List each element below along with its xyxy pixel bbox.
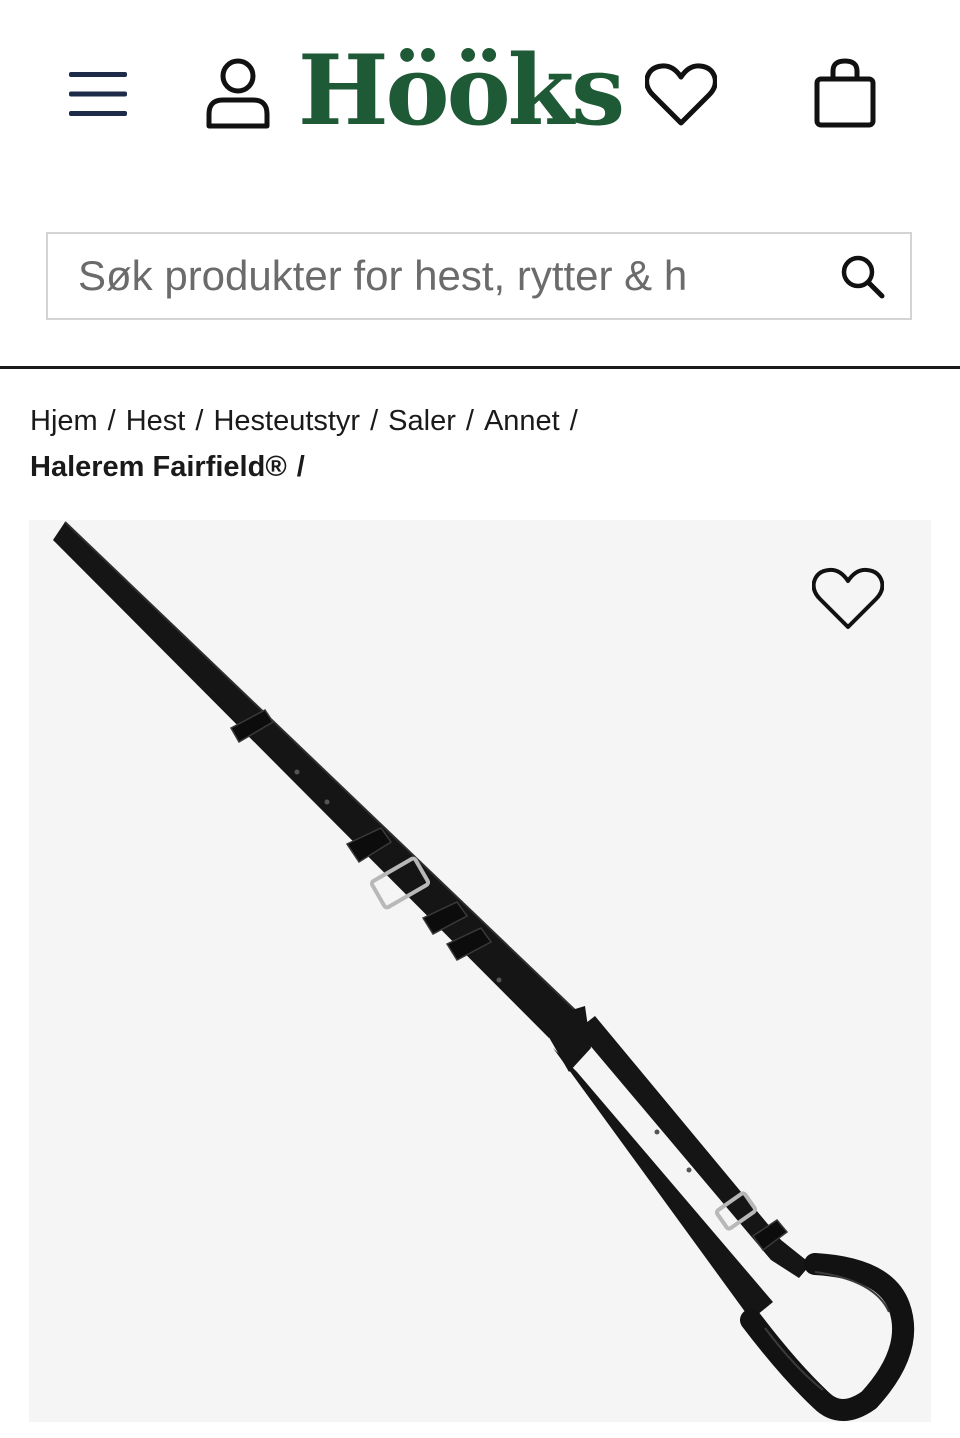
- breadcrumb-separator: /: [195, 405, 204, 437]
- breadcrumb-separator: /: [370, 405, 379, 437]
- heart-icon: [812, 567, 884, 629]
- cart-button[interactable]: [806, 52, 884, 134]
- shopping-bag-icon: [814, 58, 876, 128]
- breadcrumb-item-saler[interactable]: Saler: [388, 405, 456, 437]
- hamburger-menu-icon: [69, 72, 127, 116]
- search-bar: [46, 232, 912, 320]
- breadcrumb-item-hest[interactable]: Hest: [126, 405, 186, 437]
- breadcrumb-item-annet[interactable]: Annet: [484, 405, 560, 437]
- product-image[interactable]: [29, 520, 931, 1422]
- menu-button[interactable]: [60, 58, 136, 130]
- breadcrumb: Hjem / Hest / Hesteutstyr / Saler / Annet / Halere…: [30, 398, 930, 490]
- breadcrumb-item-hesteutstyr[interactable]: Hesteutstyr: [213, 405, 360, 437]
- account-button[interactable]: [198, 52, 278, 134]
- header-divider: [0, 366, 960, 369]
- breadcrumb-separator: /: [569, 405, 578, 437]
- breadcrumb-separator: /: [107, 405, 116, 437]
- user-icon: [206, 58, 270, 129]
- site-header: Hööks: [0, 0, 960, 190]
- breadcrumb-current: Halerem Fairfield®: [30, 451, 287, 483]
- product-wishlist-button[interactable]: [805, 556, 891, 642]
- search-input[interactable]: [48, 236, 814, 316]
- search-icon: [841, 255, 885, 299]
- breadcrumb-separator: /: [465, 405, 474, 437]
- search-button[interactable]: [814, 234, 910, 318]
- breadcrumb-item-hjem[interactable]: Hjem: [30, 405, 98, 437]
- breadcrumb-separator: /: [296, 451, 305, 483]
- wishlist-button[interactable]: [640, 56, 722, 134]
- heart-icon: [645, 63, 717, 126]
- crupper-strap-image: [53, 521, 915, 1421]
- logo-text: Hööks: [297, 33, 625, 147]
- brand-logo[interactable]: Hööks: [297, 30, 625, 150]
